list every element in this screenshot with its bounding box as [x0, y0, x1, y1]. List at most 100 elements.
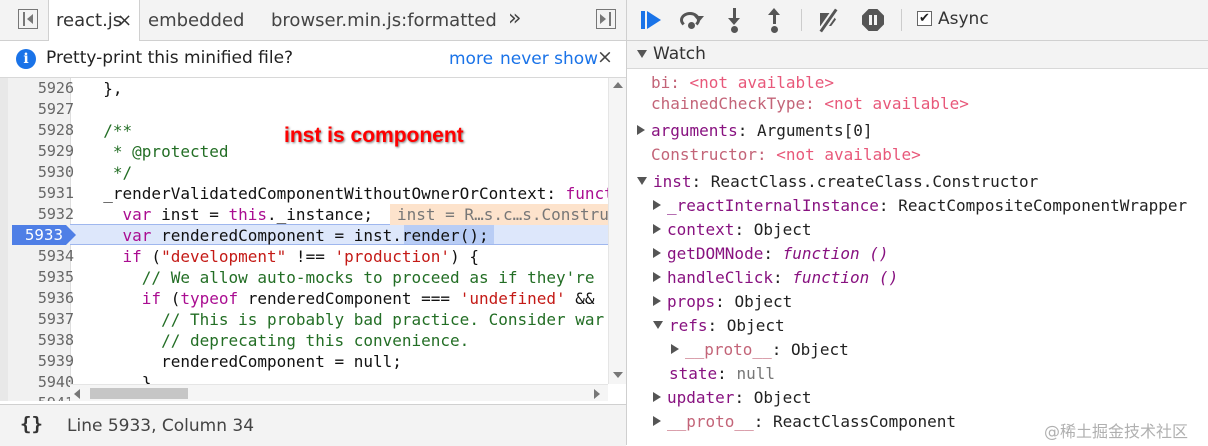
tab-browser-min-js[interactable]: browser.min.js:formatted [271, 0, 497, 40]
code-line[interactable]: // This is probably bad practice. Consid… [84, 309, 604, 330]
watch-item[interactable]: bi: <not available> [651, 72, 834, 94]
watch-item[interactable]: _reactInternalInstance: ReactCompositeCo… [653, 195, 1187, 217]
watch-name: arguments [651, 121, 738, 140]
code-line[interactable]: }, [84, 78, 122, 99]
watch-item[interactable]: updater: Object [653, 387, 812, 409]
line-number[interactable]: 5930 [16, 162, 74, 183]
toggle-debugger-icon[interactable] [596, 9, 616, 29]
close-tab-icon[interactable]: × [117, 0, 132, 42]
expand-arrow-icon[interactable] [637, 124, 645, 135]
code-line[interactable]: renderedComponent = null; [84, 351, 402, 372]
watch-item[interactable]: getDOMNode: function () [653, 243, 889, 265]
line-number[interactable]: 5934 [16, 246, 74, 267]
expand-arrow-icon[interactable] [653, 247, 661, 258]
expand-arrow-icon[interactable] [671, 343, 679, 354]
line-number[interactable]: 5932 [16, 204, 74, 225]
code-line[interactable]: */ [84, 162, 132, 183]
watch-value: Arguments[0] [756, 121, 873, 140]
code-line[interactable]: var inst = this._instance; [84, 204, 373, 225]
watch-item[interactable]: Constructor: <not available> [651, 144, 921, 166]
tab-embedded[interactable]: embedded [148, 0, 244, 40]
expand-arrow-icon[interactable] [653, 271, 661, 282]
watch-name: Constructor [651, 145, 757, 164]
step-over-button[interactable] [679, 8, 704, 32]
code-editor[interactable]: 5926 5927 5928 5929 5930 5931 5932 5934 5935 5936… [0, 78, 626, 401]
watch-item[interactable]: chainedCheckType: <not available> [651, 93, 969, 115]
code-line[interactable]: if ("development" !== 'production') { [84, 246, 479, 267]
line-number[interactable]: 5926 [16, 78, 74, 99]
tab-react-js[interactable]: react.js × [48, 0, 140, 41]
execution-line-marker[interactable]: 5933 [12, 225, 76, 245]
async-checkbox[interactable]: ✔ [917, 11, 932, 26]
expand-arrow-icon[interactable] [653, 199, 661, 210]
line-number[interactable]: 5927 [16, 99, 74, 120]
step-out-button[interactable] [763, 8, 787, 33]
line-number[interactable]: 5936 [16, 288, 74, 309]
horizontal-scrollbar[interactable] [70, 384, 608, 401]
info-icon: i [16, 49, 36, 69]
watch-name: refs [669, 316, 708, 335]
line-number[interactable]: 5941 [16, 393, 74, 401]
watch-item[interactable]: __proto__: Object [671, 339, 849, 361]
annotation-text: inst is component [284, 124, 464, 147]
line-number[interactable]: 5928 [16, 120, 74, 141]
line-number[interactable]: 5939 [16, 351, 74, 372]
horizontal-scroll-thumb[interactable] [90, 388, 188, 399]
scroll-left-arrow-icon[interactable] [74, 389, 80, 399]
pause-on-exceptions-button[interactable] [861, 8, 885, 32]
code-line[interactable]: /** [84, 120, 132, 141]
code-line[interactable]: * @protected [84, 141, 229, 162]
watch-item[interactable]: state: null [669, 363, 775, 385]
more-tabs-icon[interactable]: » [508, 0, 521, 38]
toggle-navigator-icon[interactable] [18, 9, 38, 29]
line-number[interactable]: 5937 [16, 309, 74, 330]
scroll-up-arrow-icon[interactable] [613, 82, 623, 88]
watch-name: chainedCheckType [651, 94, 806, 113]
line-number[interactable]: 5940 [16, 372, 74, 393]
collapse-arrow-icon[interactable] [653, 320, 663, 329]
watch-item[interactable]: handleClick: function () [653, 267, 898, 289]
scroll-right-arrow-icon[interactable] [594, 389, 600, 399]
expand-arrow-icon[interactable] [653, 223, 661, 234]
scroll-down-arrow-icon[interactable] [613, 372, 623, 378]
tab-label: react.js [56, 10, 123, 31]
line-number[interactable]: 5929 [16, 141, 74, 162]
expand-arrow-icon[interactable] [653, 391, 661, 402]
toolbar-divider [801, 9, 802, 31]
expand-arrow-icon[interactable] [653, 295, 661, 306]
resume-icon [641, 11, 645, 29]
async-label: Async [938, 9, 989, 29]
cursor-position: Line 5933, Column 34 [67, 416, 255, 436]
expand-watch-icon[interactable] [637, 50, 647, 58]
watch-item[interactable]: context: Object [653, 219, 812, 241]
code-line[interactable]: if (typeof renderedComponent === 'undefi… [84, 288, 595, 309]
watch-value: ReactCompositeComponentWrapper [898, 196, 1188, 215]
close-infobar-icon[interactable]: × [597, 46, 613, 68]
sources-pane: react.js × embedded browser.min.js:forma… [0, 0, 627, 446]
gutter-strip [0, 78, 8, 401]
step-into-button[interactable] [723, 8, 747, 33]
watch-item[interactable]: arguments: Arguments[0] [637, 120, 873, 142]
watch-section-header[interactable]: Watch [627, 41, 1208, 69]
deactivate-breakpoints-button[interactable] [817, 8, 841, 33]
more-link[interactable]: more [449, 49, 493, 69]
code-line[interactable]: // We allow auto-mocks to proceed as if … [84, 267, 595, 288]
expand-arrow-icon[interactable] [653, 415, 661, 426]
code-line[interactable]: _renderValidatedComponentWithoutOwnerOrC… [84, 183, 626, 204]
line-number[interactable]: 5931 [16, 183, 74, 204]
watch-item[interactable]: props: Object [653, 291, 792, 313]
watch-item[interactable]: refs: Object [653, 315, 785, 337]
watch-item[interactable]: __proto__: ReactClassComponent [653, 411, 956, 433]
collapse-arrow-icon[interactable] [637, 176, 647, 185]
never-show-link[interactable]: never show [500, 49, 598, 69]
vertical-scrollbar[interactable] [608, 78, 626, 384]
watch-value: Object [753, 388, 812, 407]
code-line[interactable]: // deprecating this convenience. [84, 330, 469, 351]
pause-exceptions-icon [862, 9, 884, 31]
watch-item[interactable]: inst: ReactClass.createClass.Constructor [637, 171, 1038, 193]
code-line[interactable]: var renderedComponent = inst.render(); [84, 225, 489, 246]
line-number[interactable]: 5935 [16, 267, 74, 288]
resume-button[interactable] [639, 8, 663, 32]
pretty-print-button[interactable]: {} [20, 413, 43, 435]
line-number[interactable]: 5938 [16, 330, 74, 351]
